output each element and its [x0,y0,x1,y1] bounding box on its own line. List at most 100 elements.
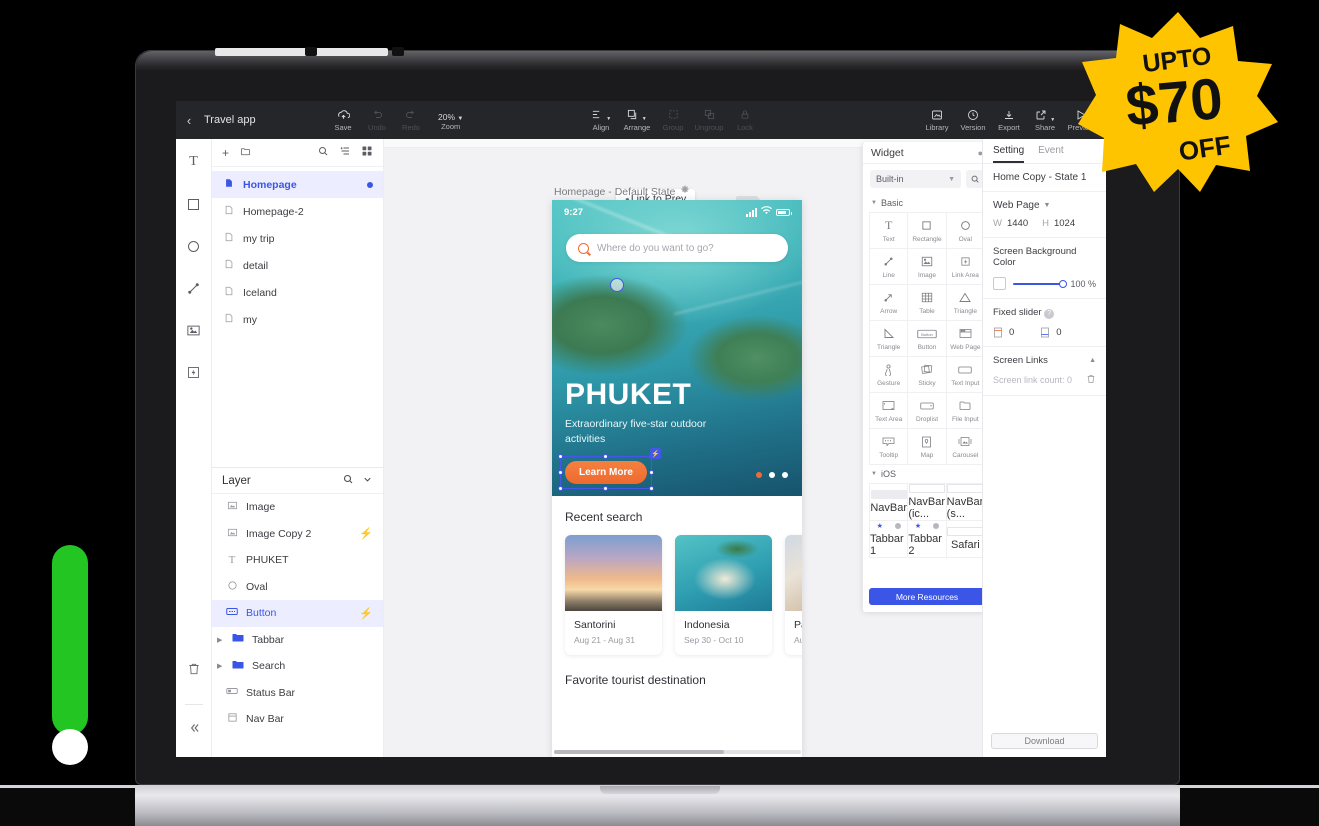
layer-item-phuket[interactable]: T PHUKET [212,547,383,574]
layer-item-search[interactable]: ▶ Search [212,653,383,680]
widget-gesture[interactable]: Gesture [870,357,909,393]
group-button[interactable]: Group [656,109,690,132]
trash-icon[interactable] [1086,374,1096,387]
arrange-button[interactable]: ▼ Arrange [620,109,654,132]
page-item-detail[interactable]: detail [212,252,383,279]
delete-button[interactable] [181,656,207,682]
widget-tooltip[interactable]: Tooltip [870,429,909,465]
widget-tabbar-2[interactable]: ★ Tabbar 2 [908,521,947,558]
ungroup-button[interactable]: Ungroup [692,109,726,132]
share-button[interactable]: ▼ Share [1028,109,1062,132]
widget-rectangle[interactable]: Rectangle [908,213,947,249]
export-button[interactable]: Export [992,109,1026,132]
carousel-dots[interactable] [756,472,788,478]
cta-selection-wrapper[interactable]: Learn More ⚡ [558,448,661,491]
page-item-my-trip[interactable]: my trip [212,225,383,252]
widget-navbar-search[interactable]: NavBar (s... [946,484,985,521]
phone-screen-preview[interactable]: 9:27 Where do you want to go? PHUKET Ext… [552,200,802,757]
destination-card[interactable]: Paris Aug 2... [785,535,802,655]
expand-caret-icon[interactable]: ▶ [217,662,224,670]
align-button[interactable]: ▼ Align [584,109,618,132]
widget-carousel[interactable]: Carousel [946,429,985,465]
link-area-tool[interactable] [181,359,207,385]
widget-link-area[interactable]: Link Area [946,249,985,285]
page-item-homepage-2[interactable]: Homepage-2 [212,198,383,225]
collapse-panel-button[interactable] [181,715,207,741]
color-swatch[interactable] [993,277,1006,290]
widget-safari[interactable]: Safari [946,521,985,558]
widget-scroll-area[interactable]: ▼ Basic T Text Rectangle Oval Line Image… [863,194,991,583]
image-tool[interactable] [181,317,207,343]
widget-text[interactable]: T Text [870,213,909,249]
widget-navbar[interactable]: NavBar [870,484,909,521]
widget-map[interactable]: Map [908,429,947,465]
widget-button[interactable]: Button Button [908,321,947,357]
widget-tabbar-1[interactable]: ★ Tabbar 1 [870,521,909,558]
interaction-badge-icon[interactable]: ⚡ [649,448,661,459]
lock-button[interactable]: Lock [728,109,762,132]
download-button[interactable]: Download [991,733,1098,749]
widget-triangle-right[interactable]: Triangle [870,321,909,357]
widget-droplist[interactable]: Droplist [908,393,947,429]
widget-sticky[interactable]: Sticky [908,357,947,393]
line-tool[interactable] [181,275,207,301]
widget-text-area[interactable]: Text Area [870,393,909,429]
widget-oval[interactable]: Oval [946,213,985,249]
layer-item-status-bar[interactable]: Status Bar [212,680,383,707]
undo-button[interactable]: Undo [360,109,394,132]
slider-knob[interactable] [52,729,88,765]
more-resources-button[interactable]: More Resources [869,588,985,605]
back-button[interactable]: ‹ [176,113,202,128]
widget-line[interactable]: Line [870,249,909,285]
widget-table[interactable]: Table [908,285,947,321]
widget-category-basic[interactable]: ▼ Basic [869,194,985,212]
fixed-top-field[interactable]: 0 [993,327,1014,338]
page-item-homepage[interactable]: Homepage [212,171,383,198]
canvas-horizontal-scrollbar[interactable] [554,750,801,754]
version-button[interactable]: Version [956,109,990,132]
fixed-bottom-field[interactable]: 0 [1040,327,1062,338]
oval-tool[interactable] [181,233,207,259]
widget-image[interactable]: Image [908,249,947,285]
screen-links-header[interactable]: Screen Links ▲ [993,355,1096,366]
gear-icon[interactable] [680,185,690,198]
save-button[interactable]: Save [326,109,360,132]
layer-item-image[interactable]: Image [212,494,383,521]
layer-item-nav-bar[interactable]: Nav Bar [212,706,383,733]
widget-text-input[interactable]: Text Input [946,357,985,393]
widget-navbar-icons[interactable]: NavBar (ic... [908,484,947,521]
height-value[interactable]: 1024 [1054,218,1075,229]
rectangle-tool[interactable] [181,191,207,217]
chevron-down-icon[interactable] [362,474,373,488]
help-icon[interactable]: ? [1044,308,1055,319]
grid-view-icon[interactable] [361,145,373,160]
opacity-slider[interactable] [1013,279,1068,288]
destination-card[interactable]: Santorini Aug 21 - Aug 31 [565,535,662,655]
layer-item-tabbar[interactable]: ▶ Tabbar [212,627,383,654]
library-button[interactable]: Library [920,109,954,132]
screen-type-select[interactable]: Web Page ▼ [993,200,1096,211]
search-icon[interactable] [342,473,354,488]
folder-icon[interactable] [239,146,252,160]
widget-source-select[interactable]: Built-in ▼ [870,170,961,188]
plus-icon[interactable]: + [222,146,229,160]
list-view-icon[interactable] [339,145,351,160]
widget-web-page[interactable]: Web Page [946,321,985,357]
tab-event[interactable]: Event [1038,145,1064,163]
expand-caret-icon[interactable]: ▶ [217,636,224,644]
redo-button[interactable]: Redo [394,109,428,132]
page-item-iceland[interactable]: Iceland [212,279,383,306]
tab-setting[interactable]: Setting [993,145,1025,163]
page-item-my[interactable]: my [212,306,383,333]
width-value[interactable]: 1440 [1007,218,1028,229]
widget-arrow[interactable]: Arrow [870,285,909,321]
zoom-control[interactable]: 20% ▼ Zoom [438,112,463,131]
destination-card[interactable]: Indonesia Sep 30 - Oct 10 [675,535,772,655]
widget-triangle-up[interactable]: Triangle [946,285,985,321]
search-icon[interactable] [317,145,329,160]
layer-item-oval[interactable]: Oval [212,574,383,601]
volume-slider[interactable] [52,545,88,765]
text-tool[interactable]: T [181,149,207,175]
widget-file-input[interactable]: File Input [946,393,985,429]
layer-item-image-copy-2[interactable]: Image Copy 2 ⚡ [212,521,383,548]
